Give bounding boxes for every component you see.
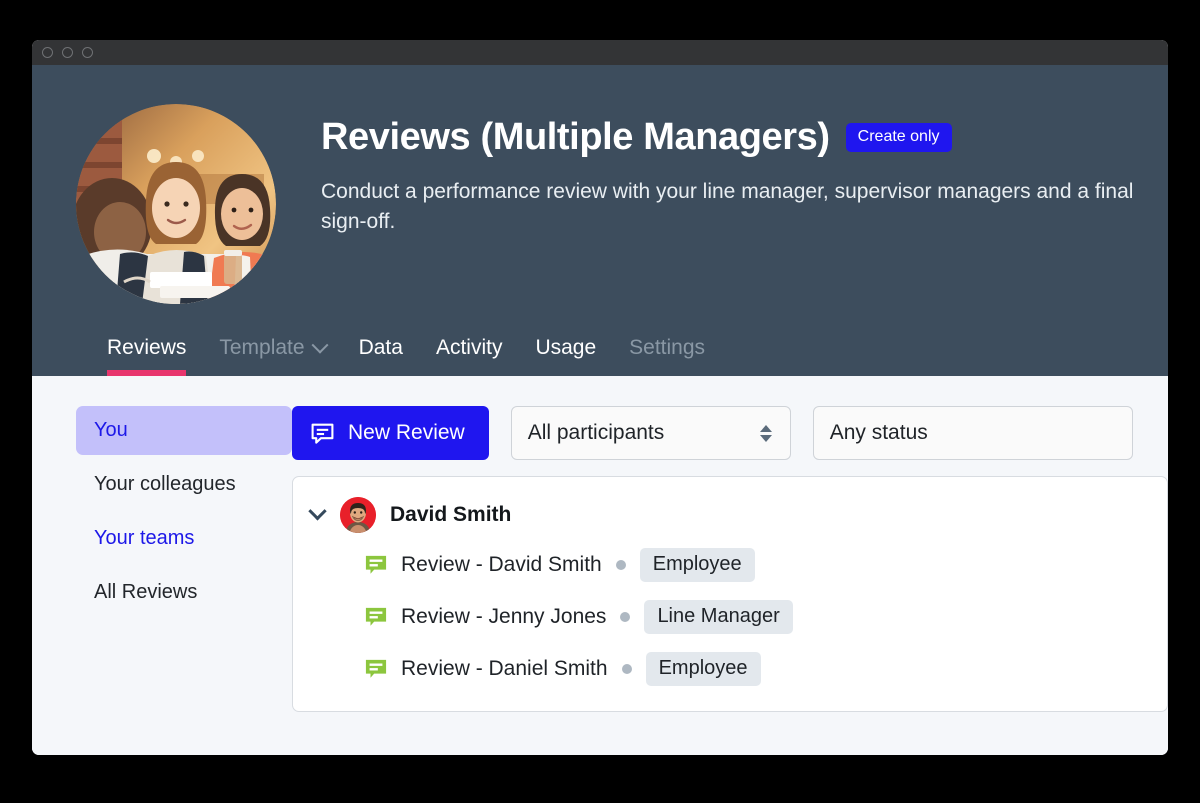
sidebar-item-your-colleagues[interactable]: Your colleagues <box>76 460 292 509</box>
speech-bubble-icon <box>365 607 387 626</box>
role-badge: Line Manager <box>644 600 793 634</box>
sidebar-item-you-label: You <box>94 419 128 441</box>
maximize-button[interactable] <box>82 47 93 58</box>
sidebar-item-all-reviews-label: All Reviews <box>94 581 198 603</box>
speech-bubble-icon <box>365 659 387 678</box>
sidebar-item-your-teams-label: Your teams <box>94 527 195 549</box>
participants-filter-value: All participants <box>527 421 665 444</box>
app-window: Reviews (Multiple Managers) Create only … <box>32 40 1168 755</box>
page-body: You Your colleagues Your teams All Revie… <box>32 376 1168 755</box>
page-title: Reviews (Multiple Managers) <box>321 116 830 158</box>
create-only-badge: Create only <box>845 123 952 152</box>
tab-bar: Reviews Template Data Activity Usage Set… <box>32 304 1168 376</box>
tab-reviews[interactable]: Reviews <box>107 336 187 376</box>
review-group-name: David Smith <box>390 503 512 526</box>
separator-dot-icon <box>615 560 626 570</box>
david-smith-avatar-illustration <box>340 497 376 533</box>
tab-data[interactable]: Data <box>359 336 403 376</box>
chevron-down-icon[interactable] <box>308 501 327 520</box>
participants-filter-select[interactable]: All participants <box>510 406 791 460</box>
sidebar-item-you[interactable]: You <box>76 406 292 455</box>
status-filter-value: Any status <box>829 421 928 444</box>
speech-bubble-icon <box>311 423 334 444</box>
avatar <box>340 497 376 533</box>
review-title: Review - David Smith <box>401 553 602 576</box>
tab-reviews-label: Reviews <box>107 336 187 359</box>
tab-activity-label: Activity <box>435 336 503 359</box>
main-content: New Review All participants Any status D… <box>292 406 1168 755</box>
separator-dot-icon <box>620 612 631 622</box>
sidebar-item-your-colleagues-label: Your colleagues <box>94 473 236 495</box>
speech-bubble-icon <box>365 555 387 574</box>
tab-settings-label: Settings <box>629 336 706 359</box>
review-title: Review - Jenny Jones <box>401 605 607 628</box>
chevron-down-icon <box>311 336 329 354</box>
page-header: Reviews (Multiple Managers) Create only … <box>32 65 1168 376</box>
role-badge: Employee <box>645 652 761 686</box>
list-item[interactable]: Review - Daniel Smith Employee <box>293 643 1167 695</box>
tab-activity[interactable]: Activity <box>436 336 503 376</box>
sidebar-item-your-teams[interactable]: Your teams <box>76 514 292 563</box>
toolbar: New Review All participants Any status <box>292 406 1168 460</box>
tab-template[interactable]: Template <box>219 336 329 376</box>
tab-usage-label: Usage <box>535 336 597 359</box>
list-item[interactable]: Review - Jenny Jones Line Manager <box>293 591 1167 643</box>
status-filter-select[interactable]: Any status <box>812 406 1133 460</box>
tab-data-label: Data <box>358 336 403 359</box>
sidebar: You Your colleagues Your teams All Revie… <box>32 406 292 755</box>
minimize-button[interactable] <box>62 47 73 58</box>
role-badge: Employee <box>639 548 755 582</box>
tab-settings[interactable]: Settings <box>629 336 705 376</box>
sidebar-item-all-reviews[interactable]: All Reviews <box>76 568 292 617</box>
new-review-label: New Review <box>348 421 465 444</box>
header-photo <box>76 104 276 304</box>
page-subtitle: Conduct a performance review with your l… <box>321 180 1134 234</box>
new-review-button[interactable]: New Review <box>292 406 489 460</box>
review-list-card: David Smith Review - David Smith Employe… <box>292 476 1168 712</box>
sort-arrows-icon <box>759 424 772 442</box>
meeting-photo-illustration <box>76 104 276 304</box>
review-group-header[interactable]: David Smith <box>293 491 1167 539</box>
tab-template-label: Template <box>219 336 305 359</box>
tab-usage[interactable]: Usage <box>535 336 596 376</box>
close-button[interactable] <box>42 47 53 58</box>
separator-dot-icon <box>621 664 632 674</box>
review-title: Review - Daniel Smith <box>401 657 608 680</box>
list-item[interactable]: Review - David Smith Employee <box>293 539 1167 591</box>
window-titlebar <box>32 40 1168 65</box>
